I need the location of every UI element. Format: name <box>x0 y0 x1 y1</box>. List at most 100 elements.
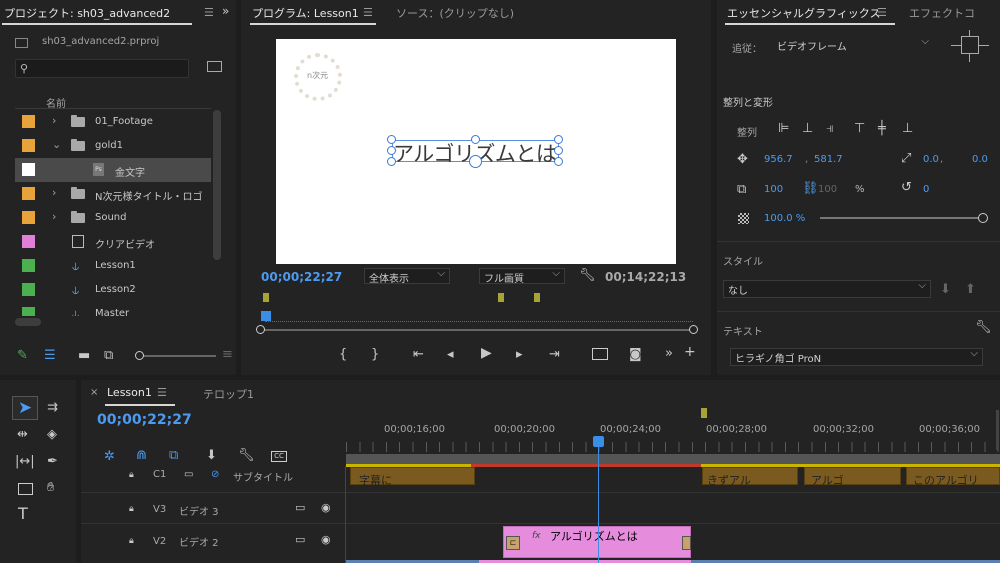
tab-effect-controls[interactable]: エフェクトコ <box>909 5 975 21</box>
style-dropdown[interactable]: なし <box>723 280 931 298</box>
align-right-icon[interactable]: ⫣ <box>826 122 834 135</box>
tab-essential-graphics[interactable]: エッセンシャルグラフィックス <box>727 5 880 21</box>
rotation-value[interactable]: 0 <box>923 184 929 195</box>
list-item[interactable]: › N次元様タイトル・ロゴ <box>15 182 211 206</box>
project-menu-icon[interactable]: ☰ <box>204 6 214 19</box>
opacity-slider[interactable] <box>820 213 988 223</box>
transform-handle[interactable] <box>387 157 396 166</box>
opacity-value[interactable]: 100.0 % <box>764 213 805 224</box>
go-to-out-icon[interactable]: ⇥ <box>549 348 560 361</box>
fit-dropdown[interactable]: 全体表示 <box>364 268 450 285</box>
timeline-timecode[interactable]: 00;00;22;27 <box>97 412 192 428</box>
nest-icon[interactable]: ✲ <box>104 450 115 463</box>
marker[interactable] <box>498 293 504 302</box>
marker[interactable] <box>263 293 269 302</box>
scale-width-value[interactable]: 100 <box>764 184 783 195</box>
selection-tool-icon[interactable]: ➤ <box>12 396 38 420</box>
zoom-slider[interactable] <box>135 351 216 360</box>
camera-icon[interactable]: ◙ <box>629 348 642 361</box>
marker[interactable] <box>534 293 540 302</box>
list-item[interactable]: ⌄ gold1 <box>15 134 211 158</box>
rectangle-tool-icon[interactable] <box>18 483 33 495</box>
position-y-value[interactable]: 581.7 <box>814 154 843 165</box>
add-marker-icon[interactable]: ⬇ <box>206 449 217 462</box>
caption-clip[interactable]: きずアル <box>702 467 798 487</box>
pin-to-icon[interactable] <box>947 30 997 66</box>
align-center-h-icon[interactable]: ⊥ <box>802 122 813 135</box>
timeline-marker[interactable] <box>701 408 707 418</box>
more-controls-icon[interactable]: » <box>665 347 673 360</box>
position-x-value[interactable]: 956.7 <box>764 154 793 165</box>
step-back-icon[interactable]: ◂ <box>447 348 454 361</box>
safe-margins-icon[interactable] <box>592 348 608 360</box>
wrench-icon[interactable]: 🔧︎ <box>238 449 255 462</box>
sync-lock-icon[interactable]: ▭ <box>295 533 305 546</box>
anchor-point-handle[interactable] <box>469 155 482 168</box>
quality-dropdown[interactable]: フル画質 <box>479 268 565 285</box>
anchor-y-value[interactable]: 0.0 <box>972 154 988 165</box>
mark-in-icon[interactable]: { <box>339 348 347 361</box>
scale-height-value[interactable]: 100 <box>818 184 837 195</box>
new-bin-icon[interactable] <box>207 61 222 72</box>
upload-arrow-icon[interactable]: ⬆ <box>965 283 976 296</box>
list-item[interactable]: ⫝ Lesson1 <box>15 254 211 278</box>
tab-project[interactable]: プロジェクト: sh03_advanced2 <box>4 5 170 21</box>
transform-handle[interactable] <box>554 157 563 166</box>
video-frame[interactable]: n次元 アルゴリズムとは <box>276 39 676 264</box>
project-hscrollbar[interactable] <box>15 318 41 326</box>
list-item[interactable]: ⫝ Master <box>15 302 211 316</box>
list-item[interactable]: Ps 金文字 <box>15 158 211 182</box>
hand-tool-icon[interactable]: ✋︎ <box>47 481 54 494</box>
tab-program[interactable]: プログラム: Lesson1 <box>252 5 359 21</box>
mark-out-icon[interactable]: } <box>371 348 379 361</box>
list-item[interactable]: ⫝ Lesson2 <box>15 278 211 302</box>
tab-sequence-lesson1[interactable]: Lesson1 <box>107 386 152 399</box>
align-center-v-icon[interactable]: ╪ <box>878 122 886 135</box>
slip-tool-icon[interactable]: |↔| <box>15 455 35 468</box>
chevron-right-icon[interactable]: › <box>52 186 56 199</box>
follow-dropdown[interactable]: ビデオフレーム <box>773 36 933 53</box>
panel-menu-icon[interactable]: ≡ <box>222 348 233 361</box>
zoom-bar[interactable] <box>259 329 696 331</box>
align-top-icon[interactable]: ⊤ <box>854 122 865 135</box>
lock-icon[interactable]: 🔒︎ <box>129 535 134 548</box>
list-view-icon[interactable]: ☰ <box>44 349 56 362</box>
link-icon[interactable]: ⛓︎ <box>802 182 819 195</box>
sync-lock-icon[interactable]: ▭ <box>295 501 305 514</box>
chevron-right-icon[interactable]: › <box>52 210 56 223</box>
caption-clip[interactable]: アルゴ <box>804 467 901 487</box>
caption-clip[interactable]: このアルゴリ <box>906 467 1000 487</box>
track-select-tool-icon[interactable]: ⇉ <box>47 401 58 414</box>
eg-menu-icon[interactable]: ☰ <box>877 6 887 19</box>
download-arrow-icon[interactable]: ⬇ <box>940 283 951 296</box>
transform-handle[interactable] <box>387 135 396 144</box>
transform-handle[interactable] <box>554 135 563 144</box>
tab-sequence-telop1[interactable]: テロップ1 <box>203 386 254 402</box>
ripple-edit-tool-icon[interactable]: ⇹ <box>17 428 28 441</box>
lock-icon[interactable]: 🔒︎ <box>129 503 134 516</box>
chevron-right-icon[interactable]: › <box>52 114 56 127</box>
close-icon[interactable]: × <box>90 387 98 398</box>
search-input[interactable]: ⚲ <box>15 59 189 78</box>
font-dropdown[interactable]: ヒラギノ角ゴ ProN <box>730 348 983 366</box>
expand-panels-icon[interactable]: » <box>222 4 229 18</box>
lock-icon[interactable]: 🔒︎ <box>129 469 134 482</box>
wrench-icon[interactable]: 🔧︎ <box>975 321 992 334</box>
step-forward-icon[interactable]: ▸ <box>516 348 523 361</box>
transition-end[interactable] <box>682 536 691 550</box>
wrench-icon[interactable]: 🔧︎ <box>579 269 596 282</box>
mini-timeline-ruler[interactable] <box>265 316 693 322</box>
chevron-down-icon[interactable]: ⌄ <box>52 138 61 151</box>
razor-tool-icon[interactable]: ◈ <box>47 428 57 441</box>
program-timecode[interactable]: 00;00;22;27 <box>261 270 342 284</box>
list-item[interactable]: › 01_Footage <box>15 110 211 134</box>
align-bottom-icon[interactable]: ⊥ <box>902 122 913 135</box>
tab-source[interactable]: ソース：(クリップなし) <box>396 5 514 21</box>
zoom-bar-end-handle[interactable] <box>689 325 698 334</box>
list-item[interactable]: クリアビデオ <box>15 230 211 254</box>
type-tool-icon[interactable]: T <box>18 506 28 522</box>
zoom-bar-start-handle[interactable] <box>256 325 265 334</box>
go-to-in-icon[interactable]: ⇤ <box>413 348 424 361</box>
play-icon[interactable]: ▶ <box>481 346 492 360</box>
linked-selection-icon[interactable]: ⧉ <box>169 449 178 462</box>
